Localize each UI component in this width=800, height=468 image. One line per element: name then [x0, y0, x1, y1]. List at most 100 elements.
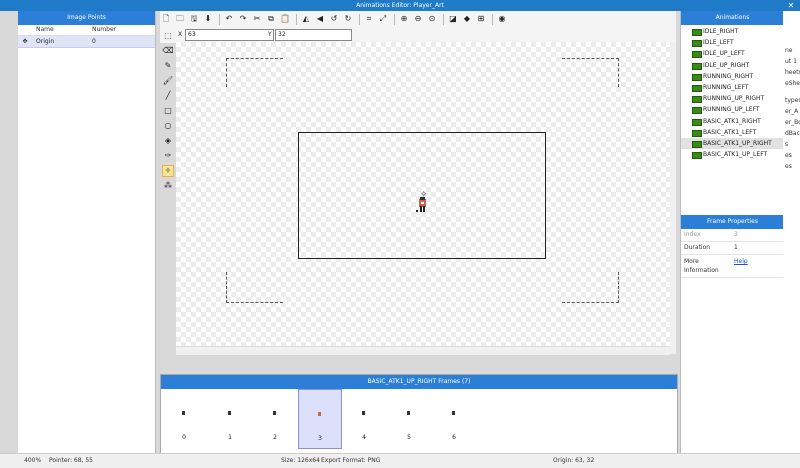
frame-thumb-selected[interactable]: 3 [298, 389, 342, 449]
animation-item[interactable]: IDLE_LEFT [681, 37, 784, 48]
ellipse-icon[interactable]: ○ [162, 120, 174, 132]
film-strip-icon [692, 29, 702, 36]
export-format: Export Format: PNG [321, 457, 381, 464]
mirror-icon[interactable]: ◀ [314, 13, 326, 25]
column-name[interactable]: Name [32, 25, 92, 35]
move-point-icon: ✥ [22, 38, 28, 45]
frame-thumb[interactable]: 1 [209, 389, 251, 447]
zoom-level: 400% [24, 457, 42, 464]
animation-item[interactable]: RUNNING_UP_LEFT [681, 104, 784, 115]
eraser-icon[interactable]: ⌫ [162, 45, 174, 57]
close-icon[interactable]: ✕ [786, 0, 796, 11]
animation-item[interactable]: RUNNING_UP_RIGHT [681, 93, 784, 104]
eyedropper-icon[interactable]: ✑ [162, 150, 174, 162]
y-label: Y [268, 31, 272, 38]
prop-more-row: More Information Help [681, 255, 784, 278]
fill-bucket-icon[interactable]: ◈ [162, 135, 174, 147]
pointer-position: Pointer: 68, 55 [49, 457, 93, 464]
zoom-fit-icon[interactable]: ⊙ [426, 13, 438, 25]
paste-icon[interactable]: 📋 [279, 13, 291, 25]
zoom-in-icon[interactable]: ⊕ [398, 13, 410, 25]
zoom-out-icon[interactable]: ⊖ [412, 13, 424, 25]
film-strip-icon [692, 40, 702, 48]
new-file-icon[interactable]: 🗋 [160, 13, 172, 25]
prop-duration-row[interactable]: Duration 1 [681, 242, 784, 255]
guide-corner-tr [562, 58, 619, 87]
film-strip-icon [692, 51, 702, 59]
frame-properties-header: Frame Properties [681, 215, 784, 229]
rectangle-icon[interactable]: □ [162, 105, 174, 117]
animation-item[interactable]: BASIC_ATK1_UP_LEFT [681, 149, 784, 160]
frames-header: BASIC_ATK1_UP_RIGHT Frames (7) [161, 375, 677, 389]
film-strip-icon [692, 152, 702, 160]
flip-icon[interactable]: ◭ [300, 13, 312, 25]
y-field[interactable]: 32 [275, 29, 352, 41]
frame-thumb[interactable]: 4 [343, 389, 385, 447]
main-toolbar: 🗋 🗀 🖫 ⬇ ↶ ↷ ✂ ⧉ 📋 ◭ ◀ ↺ ↻ ⌗ ⤢ ⊕ ⊖ ⊙ ◪ ◆ … [160, 11, 676, 27]
undo-icon[interactable]: ↶ [223, 13, 235, 25]
origin-marker-icon[interactable]: ✧ [420, 190, 428, 200]
fill-bg-icon[interactable]: ◪ [447, 13, 459, 25]
film-strip-icon [692, 118, 702, 126]
rotate-left-icon[interactable]: ↺ [328, 13, 340, 25]
image-points-icon[interactable]: ⁂ [162, 180, 174, 192]
guide-corner-bl [226, 272, 283, 303]
animation-item[interactable]: BASIC_ATK1_RIGHT [681, 116, 784, 127]
animations-header: Animations [681, 11, 784, 25]
pencil-icon[interactable]: ✎ [162, 60, 174, 72]
line-icon[interactable]: ╱ [162, 90, 174, 102]
image-points-panel: Image Points Name Number ✥ Origin 0 [18, 11, 156, 453]
animation-item[interactable]: RUNNING_RIGHT [681, 71, 784, 82]
vertical-scrollbar[interactable] [670, 42, 676, 354]
save-as-icon[interactable]: ⬇ [202, 13, 214, 25]
open-folder-icon[interactable]: 🗀 [174, 13, 186, 25]
preview-icon[interactable]: ◉ [496, 13, 508, 25]
animation-item[interactable]: IDLE_RIGHT [681, 26, 784, 37]
save-icon[interactable]: 🖫 [188, 13, 200, 25]
animation-item[interactable]: BASIC_ATK1_LEFT [681, 127, 784, 138]
animation-item[interactable]: IDLE_UP_RIGHT [681, 60, 784, 71]
image-points-columns: Name Number [18, 25, 155, 36]
film-strip-icon [692, 96, 702, 104]
rotate-right-icon[interactable]: ↻ [342, 13, 354, 25]
origin-point-icon[interactable]: ✧ [162, 165, 174, 177]
copy-icon[interactable]: ⧉ [265, 13, 277, 25]
animations-list: IDLE_RIGHT IDLE_LEFT IDLE_UP_LEFT IDLE_U… [681, 25, 784, 160]
title-bar: Animations Editor: Player_Art ✕ [0, 0, 800, 11]
guide-corner-tl [226, 58, 283, 87]
coordinate-bar: X 63 Y 32 [160, 27, 676, 43]
animation-item[interactable]: RUNNING_LEFT [681, 82, 784, 93]
background-window-fragment: ne ut 1 heets eShe types er_A er_Bo dBac… [783, 11, 800, 467]
image-point-number: 0 [92, 38, 96, 45]
guide-corner-br [562, 272, 619, 303]
frames-panel: BASIC_ATK1_UP_RIGHT Frames (7) 0 1 2 3 4… [160, 374, 678, 455]
grid-icon[interactable]: ⊞ [475, 13, 487, 25]
column-number[interactable]: Number [92, 25, 142, 35]
resize-icon[interactable]: ⤢ [377, 13, 389, 25]
horizontal-scrollbar[interactable] [176, 346, 670, 355]
redo-icon[interactable]: ↷ [237, 13, 249, 25]
help-link[interactable]: Help [734, 255, 784, 277]
crop-icon[interactable]: ⌗ [363, 13, 375, 25]
frame-thumb[interactable]: 2 [254, 389, 296, 447]
animations-editor-window: Animations Editor: Player_Art ✕ Image Po… [0, 0, 800, 468]
select-rect-icon[interactable]: ⬚ [162, 30, 174, 42]
brush-icon[interactable]: 🖌 [162, 75, 174, 87]
film-strip-icon [692, 107, 702, 115]
prop-index-row: Index 3 [681, 229, 784, 242]
animation-item[interactable]: IDLE_UP_LEFT [681, 48, 784, 59]
image-point-row[interactable]: ✥ Origin 0 [18, 36, 155, 48]
film-strip-icon [692, 129, 702, 137]
x-field[interactable]: 63 [185, 29, 274, 41]
origin-position: Origin: 63, 32 [553, 457, 595, 464]
layers-icon[interactable]: ◆ [461, 13, 473, 25]
frame-thumb[interactable]: 5 [388, 389, 430, 447]
image-size: Size: 126x64 [281, 457, 320, 464]
film-strip-icon [692, 84, 702, 92]
frame-thumb[interactable]: 0 [163, 389, 205, 447]
frame-thumb[interactable]: 6 [433, 389, 475, 447]
cut-icon[interactable]: ✂ [251, 13, 263, 25]
animations-panel: Animations IDLE_RIGHT IDLE_LEFT IDLE_UP_… [680, 11, 784, 453]
drawing-tools: ⬚ ⌫ ✎ 🖌 ╱ □ ○ ◈ ✑ ✧ ⁂ [160, 27, 177, 197]
animation-item-selected[interactable]: BASIC_ATK1_UP_RIGHT [681, 137, 784, 150]
